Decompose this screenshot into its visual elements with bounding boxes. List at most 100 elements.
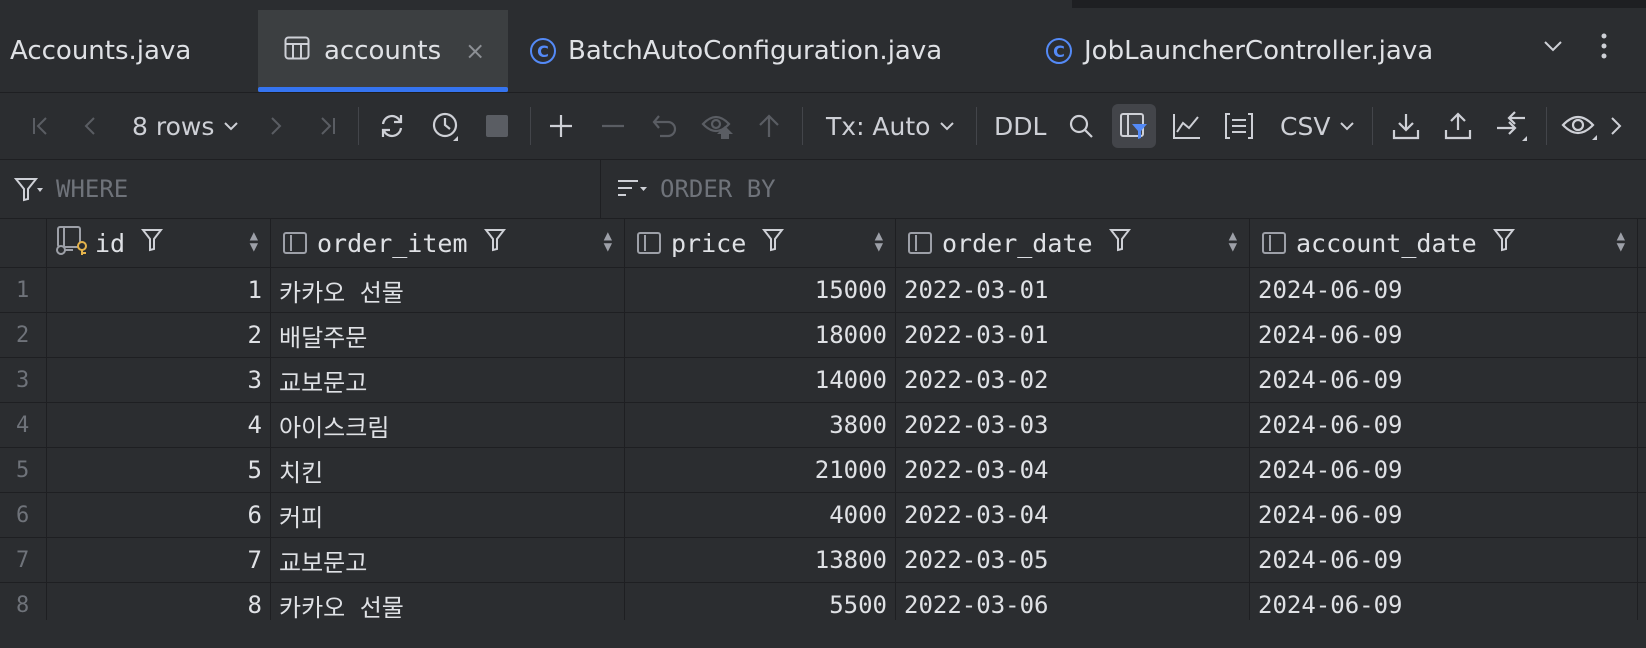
cell-price[interactable]: 14000 bbox=[625, 358, 896, 402]
filter-icon[interactable] bbox=[1108, 228, 1131, 258]
filter-icon[interactable] bbox=[1492, 228, 1515, 258]
where-filter-input[interactable]: WHERE bbox=[14, 160, 128, 218]
chart-icon[interactable] bbox=[1170, 93, 1204, 159]
editor-tab-bar: Accounts.java accounts × C BatchAutoConf… bbox=[0, 10, 1646, 93]
filter-icon[interactable] bbox=[141, 228, 164, 258]
add-row-icon[interactable] bbox=[546, 93, 576, 159]
ddl-button[interactable]: DDL bbox=[994, 93, 1046, 159]
column-header-order-item[interactable]: order_item ▲ ▼ bbox=[271, 219, 625, 267]
column-header-account-date[interactable]: account_date ▲ ▼ bbox=[1250, 219, 1638, 267]
toolbar-separator bbox=[1372, 107, 1373, 145]
revert-icon[interactable] bbox=[650, 93, 680, 159]
cell-order-date[interactable]: 2022-03-02 bbox=[896, 358, 1250, 402]
preview-changes-icon[interactable] bbox=[700, 93, 736, 159]
column-header-price[interactable]: price ▲ ▼ bbox=[625, 219, 896, 267]
cell-order-date[interactable]: 2022-03-01 bbox=[896, 268, 1250, 312]
cell-id[interactable]: 6 bbox=[47, 493, 271, 537]
cell-account-date[interactable]: 2024-06-09 bbox=[1250, 313, 1638, 357]
order-by-input[interactable]: ORDER BY bbox=[616, 160, 776, 218]
cell-order-date[interactable]: 2022-03-03 bbox=[896, 403, 1250, 447]
stop-icon[interactable] bbox=[482, 93, 512, 159]
grid-empty-area bbox=[0, 620, 1646, 648]
sort-arrows-icon[interactable]: ▲ ▼ bbox=[1617, 229, 1625, 254]
table-row[interactable]: 2 2 배달주문 18000 2022-03-01 2024-06-09 bbox=[0, 313, 1646, 358]
sort-arrows-icon[interactable]: ▲ ▼ bbox=[1229, 229, 1237, 254]
tx-label: Tx: Auto bbox=[826, 111, 931, 141]
rows-dropdown[interactable]: 8 rows bbox=[132, 93, 240, 159]
more-vertical-icon[interactable] bbox=[1600, 32, 1608, 67]
delete-row-icon[interactable] bbox=[598, 93, 628, 159]
transaction-mode-dropdown[interactable]: Tx: Auto bbox=[826, 93, 956, 159]
toolbar-separator bbox=[358, 107, 359, 145]
filter-toggle-icon[interactable] bbox=[1112, 104, 1156, 148]
table-row[interactable]: 5 5 치킨 21000 2022-03-04 2024-06-09 bbox=[0, 448, 1646, 493]
first-page-icon[interactable] bbox=[26, 93, 56, 159]
tab-accounts-java[interactable]: Accounts.java bbox=[10, 10, 191, 92]
cell-id[interactable]: 3 bbox=[47, 358, 271, 402]
table-row[interactable]: 6 6 커피 4000 2022-03-04 2024-06-09 bbox=[0, 493, 1646, 538]
column-header-id[interactable]: id ▲ ▼ bbox=[47, 219, 271, 267]
export-format-dropdown[interactable]: CSV bbox=[1280, 93, 1356, 159]
cell-price[interactable]: 3800 bbox=[625, 403, 896, 447]
cell-order-date[interactable]: 2022-03-01 bbox=[896, 313, 1250, 357]
cell-order-item[interactable]: 커피 bbox=[271, 493, 625, 537]
cell-price[interactable]: 15000 bbox=[625, 268, 896, 312]
cell-order-item[interactable]: 교보문고 bbox=[271, 538, 625, 582]
refresh-icon[interactable] bbox=[374, 93, 410, 159]
compare-icon[interactable] bbox=[1494, 93, 1530, 159]
cell-account-date[interactable]: 2024-06-09 bbox=[1250, 358, 1638, 402]
tab-job-launcher-controller[interactable]: C JobLauncherController.java bbox=[1046, 10, 1433, 92]
cell-order-item[interactable]: 아이스크림 bbox=[271, 403, 625, 447]
next-page-icon[interactable] bbox=[262, 93, 288, 159]
cell-price[interactable]: 21000 bbox=[625, 448, 896, 492]
transpose-icon[interactable] bbox=[1222, 93, 1256, 159]
history-clock-icon[interactable] bbox=[428, 93, 464, 159]
tab-accounts-table[interactable]: accounts × bbox=[258, 10, 508, 92]
filter-icon[interactable] bbox=[483, 228, 506, 258]
last-page-icon[interactable] bbox=[312, 93, 342, 159]
download-icon[interactable] bbox=[1390, 93, 1422, 159]
ddl-label: DDL bbox=[994, 111, 1047, 141]
cell-account-date[interactable]: 2024-06-09 bbox=[1250, 403, 1638, 447]
cell-order-item[interactable]: 교보문고 bbox=[271, 358, 625, 402]
cell-id[interactable]: 5 bbox=[47, 448, 271, 492]
chevron-right-icon[interactable] bbox=[1606, 93, 1626, 159]
view-eye-icon[interactable] bbox=[1560, 93, 1600, 159]
cell-account-date[interactable]: 2024-06-09 bbox=[1250, 448, 1638, 492]
toolbar-separator bbox=[1546, 107, 1547, 145]
cell-account-date[interactable]: 2024-06-09 bbox=[1250, 538, 1638, 582]
cell-order-date[interactable]: 2022-03-04 bbox=[896, 493, 1250, 537]
search-icon[interactable] bbox=[1066, 93, 1096, 159]
cell-price[interactable]: 4000 bbox=[625, 493, 896, 537]
chevron-down-icon[interactable] bbox=[1542, 34, 1564, 64]
previous-page-icon[interactable] bbox=[78, 93, 104, 159]
cell-price[interactable]: 13800 bbox=[625, 538, 896, 582]
cell-order-item[interactable]: 치킨 bbox=[271, 448, 625, 492]
toolbar-separator bbox=[530, 107, 531, 145]
submit-icon[interactable] bbox=[754, 93, 784, 159]
cell-id[interactable]: 4 bbox=[47, 403, 271, 447]
tab-batch-auto-configuration[interactable]: C BatchAutoConfiguration.java bbox=[530, 10, 942, 92]
upload-icon[interactable] bbox=[1442, 93, 1474, 159]
row-number: 7 bbox=[0, 538, 47, 582]
column-header-order-date[interactable]: order_date ▲ ▼ bbox=[896, 219, 1250, 267]
cell-id[interactable]: 1 bbox=[47, 268, 271, 312]
table-row[interactable]: 7 7 교보문고 13800 2022-03-05 2024-06-09 bbox=[0, 538, 1646, 583]
cell-order-date[interactable]: 2022-03-04 bbox=[896, 448, 1250, 492]
table-row[interactable]: 3 3 교보문고 14000 2022-03-02 2024-06-09 bbox=[0, 358, 1646, 403]
cell-order-item[interactable]: 카카오 선물 bbox=[271, 268, 625, 312]
cell-price[interactable]: 18000 bbox=[625, 313, 896, 357]
cell-account-date[interactable]: 2024-06-09 bbox=[1250, 493, 1638, 537]
cell-account-date[interactable]: 2024-06-09 bbox=[1250, 268, 1638, 312]
cell-order-date[interactable]: 2022-03-05 bbox=[896, 538, 1250, 582]
filter-icon[interactable] bbox=[762, 228, 785, 258]
cell-id[interactable]: 7 bbox=[47, 538, 271, 582]
close-icon[interactable]: × bbox=[465, 37, 485, 65]
sort-arrows-icon[interactable]: ▲ ▼ bbox=[604, 229, 612, 254]
table-row[interactable]: 4 4 아이스크림 3800 2022-03-03 2024-06-09 bbox=[0, 403, 1646, 448]
sort-arrows-icon[interactable]: ▲ ▼ bbox=[875, 229, 883, 254]
cell-id[interactable]: 2 bbox=[47, 313, 271, 357]
sort-arrows-icon[interactable]: ▲ ▼ bbox=[250, 229, 258, 254]
table-row[interactable]: 1 1 카카오 선물 15000 2022-03-01 2024-06-09 bbox=[0, 268, 1646, 313]
cell-order-item[interactable]: 배달주문 bbox=[271, 313, 625, 357]
